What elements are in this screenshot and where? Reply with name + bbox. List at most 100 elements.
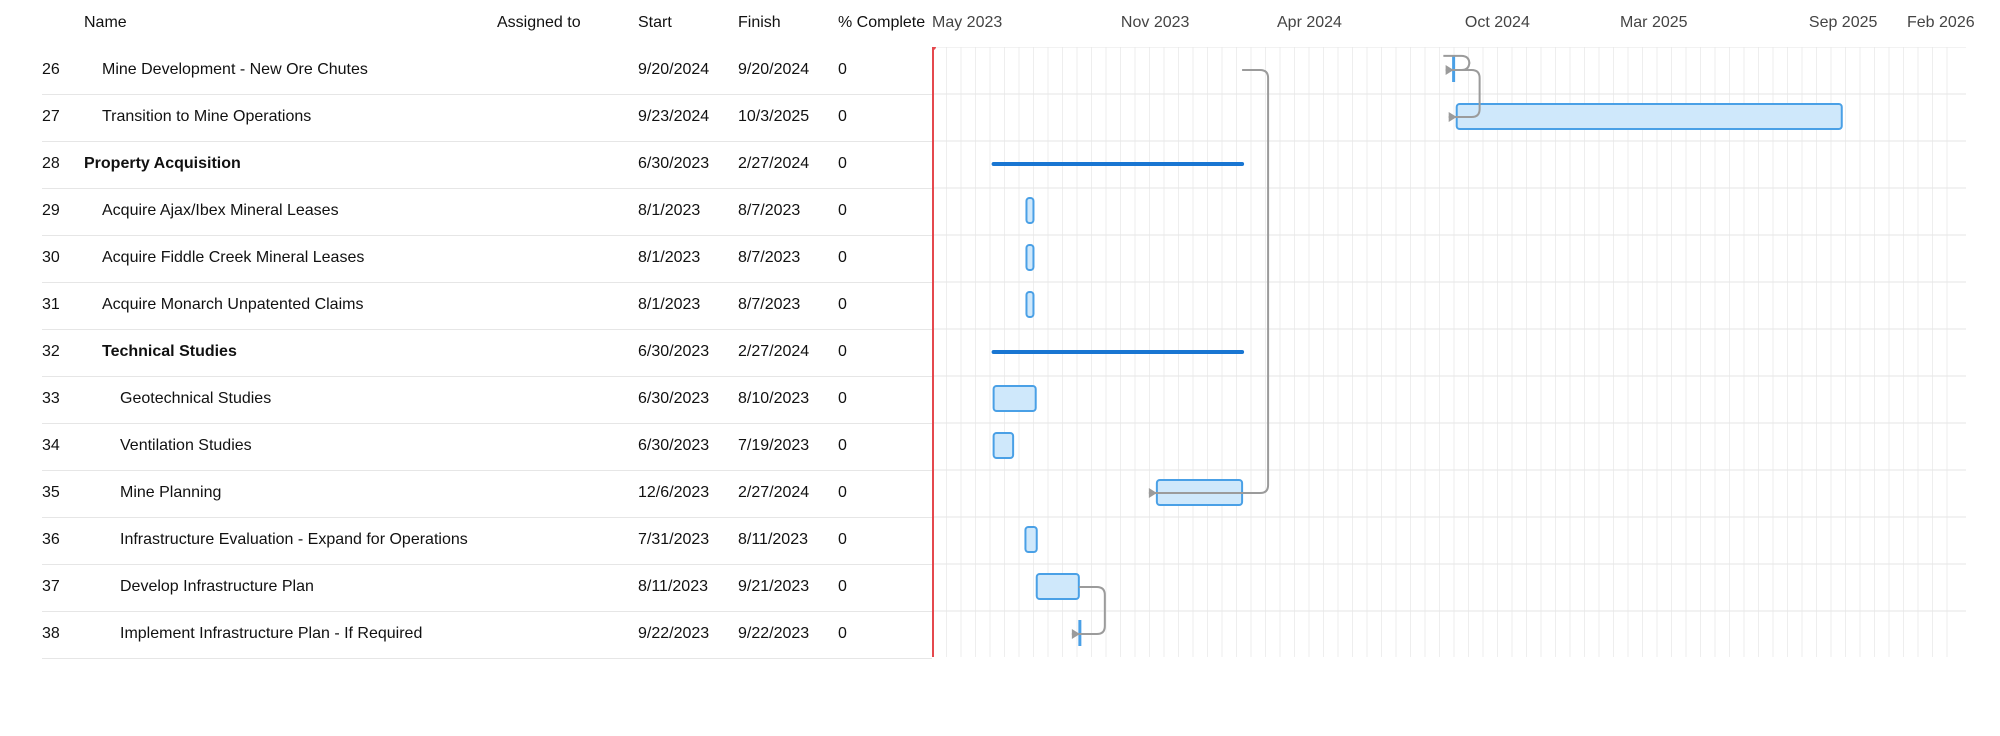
timeline-label: Sep 2025: [1808, 14, 1878, 31]
task-name: Implement Infrastructure Plan - If Requi…: [120, 625, 423, 642]
task-start-date: 6/30/2023: [638, 437, 710, 454]
task-start-date: 9/22/2023: [638, 625, 710, 642]
task-bar[interactable]: [1035, 573, 1080, 600]
task-start-date: 9/20/2024: [638, 61, 710, 78]
task-id: 36: [42, 531, 60, 548]
task-id: 26: [42, 61, 60, 78]
task-percent-complete: 0: [838, 437, 847, 454]
task-name: Acquire Monarch Unpatented Claims: [102, 296, 364, 313]
task-start-date: 8/1/2023: [638, 296, 701, 313]
task-name: Infrastructure Evaluation - Expand for O…: [120, 531, 468, 548]
task-name: Technical Studies: [102, 343, 237, 360]
task-name: Property Acquisition: [84, 155, 241, 172]
task-finish-date: 7/19/2023: [738, 437, 810, 454]
task-start-date: 7/31/2023: [638, 531, 710, 548]
task-row[interactable]: 27 Transition to Mine Operations 9/23/2024…: [42, 94, 932, 142]
task-row[interactable]: 33 Geotechnical Studies 6/30/2023 8/10/2023…: [42, 376, 932, 424]
timeline-header: May 2023 Nov 2023 Apr 2024 Oct 2024 Mar 2025…: [932, 0, 1975, 47]
timeline-label: Nov 2023: [1120, 14, 1190, 31]
task-percent-complete: 0: [838, 202, 847, 219]
task-start-date: 8/1/2023: [638, 202, 701, 219]
today-marker-dot: [932, 47, 936, 50]
task-start-date: 8/1/2023: [638, 249, 701, 266]
task-finish-date: 9/22/2023: [738, 625, 810, 642]
task-row[interactable]: 31 Acquire Monarch Unpatented Claims 8/1/2…: [42, 282, 932, 330]
task-name: Acquire Ajax/Ibex Mineral Leases: [102, 202, 339, 219]
task-id: 32: [42, 343, 60, 360]
task-start-date: 6/30/2023: [638, 155, 710, 172]
task-bar[interactable]: [1025, 197, 1035, 224]
task-percent-complete: 0: [838, 108, 847, 125]
task-percent-complete: 0: [838, 484, 847, 501]
task-row[interactable]: 30 Acquire Fiddle Creek Mineral Leases 8/1…: [42, 235, 932, 283]
task-finish-date: 2/27/2024: [738, 343, 810, 360]
task-finish-date: 8/7/2023: [738, 202, 801, 219]
task-grid: 26 Mine Development - New Ore Chutes 9/20/…: [0, 0, 932, 736]
task-id: 38: [42, 625, 60, 642]
task-start-date: 6/30/2023: [638, 343, 710, 360]
task-percent-complete: 0: [838, 296, 847, 313]
task-bar[interactable]: [1024, 526, 1038, 553]
task-id: 31: [42, 296, 60, 313]
task-row[interactable]: 26 Mine Development - New Ore Chutes 9/20/…: [42, 47, 932, 95]
task-percent-complete: 0: [838, 249, 847, 266]
task-percent-complete: 0: [838, 390, 847, 407]
task-bar[interactable]: [1025, 291, 1035, 318]
task-id: 33: [42, 390, 60, 407]
timeline-label: Oct 2024: [1464, 14, 1530, 31]
project-gantt-view: Name Assigned to Start Finish % Complete…: [0, 0, 2000, 736]
task-finish-date: 9/21/2023: [738, 578, 810, 595]
task-start-date: 8/11/2023: [638, 578, 708, 595]
task-start-date: 9/23/2024: [638, 108, 710, 125]
task-row[interactable]: 37 Develop Infrastructure Plan 8/11/2023 9/…: [42, 564, 932, 612]
task-percent-complete: 0: [838, 578, 847, 595]
gantt-chart[interactable]: [932, 47, 1966, 657]
task-percent-complete: 0: [838, 625, 847, 642]
dependency-arrow[interactable]: [1448, 112, 1457, 122]
task-finish-date: 10/3/2025: [738, 108, 810, 125]
timeline-label: May 2023: [932, 14, 1003, 31]
task-row[interactable]: 36 Infrastructure Evaluation - Expand for…: [42, 517, 932, 565]
timeline-label: Mar 2025: [1619, 14, 1688, 31]
task-row[interactable]: 38 Implement Infrastructure Plan - If Req…: [42, 611, 932, 659]
timeline-label: Apr 2024: [1277, 14, 1342, 31]
task-bar[interactable]: [992, 385, 1037, 412]
task-bar[interactable]: [1455, 103, 1843, 130]
task-name: Ventilation Studies: [120, 437, 252, 454]
task-finish-date: 8/10/2023: [738, 390, 810, 407]
task-finish-date: 8/7/2023: [738, 249, 801, 266]
task-name: Acquire Fiddle Creek Mineral Leases: [102, 249, 365, 266]
timeline-label: Feb 2026: [1907, 14, 1975, 31]
task-name: Transition to Mine Operations: [102, 108, 312, 125]
task-id: 35: [42, 484, 60, 501]
task-bar[interactable]: [992, 432, 1015, 459]
task-percent-complete: 0: [838, 61, 847, 78]
task-percent-complete: 0: [838, 343, 847, 360]
task-row[interactable]: 32 Technical Studies 6/30/2023 2/27/2024 0: [42, 329, 932, 377]
task-finish-date: 8/7/2023: [738, 296, 801, 313]
task-id: 30: [42, 249, 60, 266]
task-id: 37: [42, 578, 60, 595]
task-row[interactable]: 28 Property Acquisition 6/30/2023 2/27/2024…: [42, 141, 932, 189]
task-finish-date: 8/11/2023: [738, 531, 808, 548]
task-percent-complete: 0: [838, 155, 847, 172]
task-finish-date: 2/27/2024: [738, 484, 810, 501]
gantt-chart-panel: May 2023 Nov 2023 Apr 2024 Oct 2024 Mar 2025…: [932, 0, 1975, 736]
task-id: 29: [42, 202, 60, 219]
task-percent-complete: 0: [838, 531, 847, 548]
dependency-arrow[interactable]: [1148, 488, 1157, 498]
task-bar[interactable]: [1025, 244, 1035, 271]
task-start-date: 6/30/2023: [638, 390, 710, 407]
task-start-date: 12/6/2023: [638, 484, 710, 501]
task-row[interactable]: 29 Acquire Ajax/Ibex Mineral Leases 8/1/20…: [42, 188, 932, 236]
task-row[interactable]: 35 Mine Planning 12/6/2023 2/27/2024 0: [42, 470, 932, 518]
task-id: 28: [42, 155, 60, 172]
task-finish-date: 9/20/2024: [738, 61, 810, 78]
task-id: 34: [42, 437, 60, 454]
task-name: Develop Infrastructure Plan: [120, 578, 314, 595]
task-name: Mine Planning: [120, 484, 222, 501]
task-finish-date: 2/27/2024: [738, 155, 810, 172]
task-id: 27: [42, 108, 60, 125]
task-name: Geotechnical Studies: [120, 390, 272, 407]
task-row[interactable]: 34 Ventilation Studies 6/30/2023 7/19/2023 0: [42, 423, 932, 471]
